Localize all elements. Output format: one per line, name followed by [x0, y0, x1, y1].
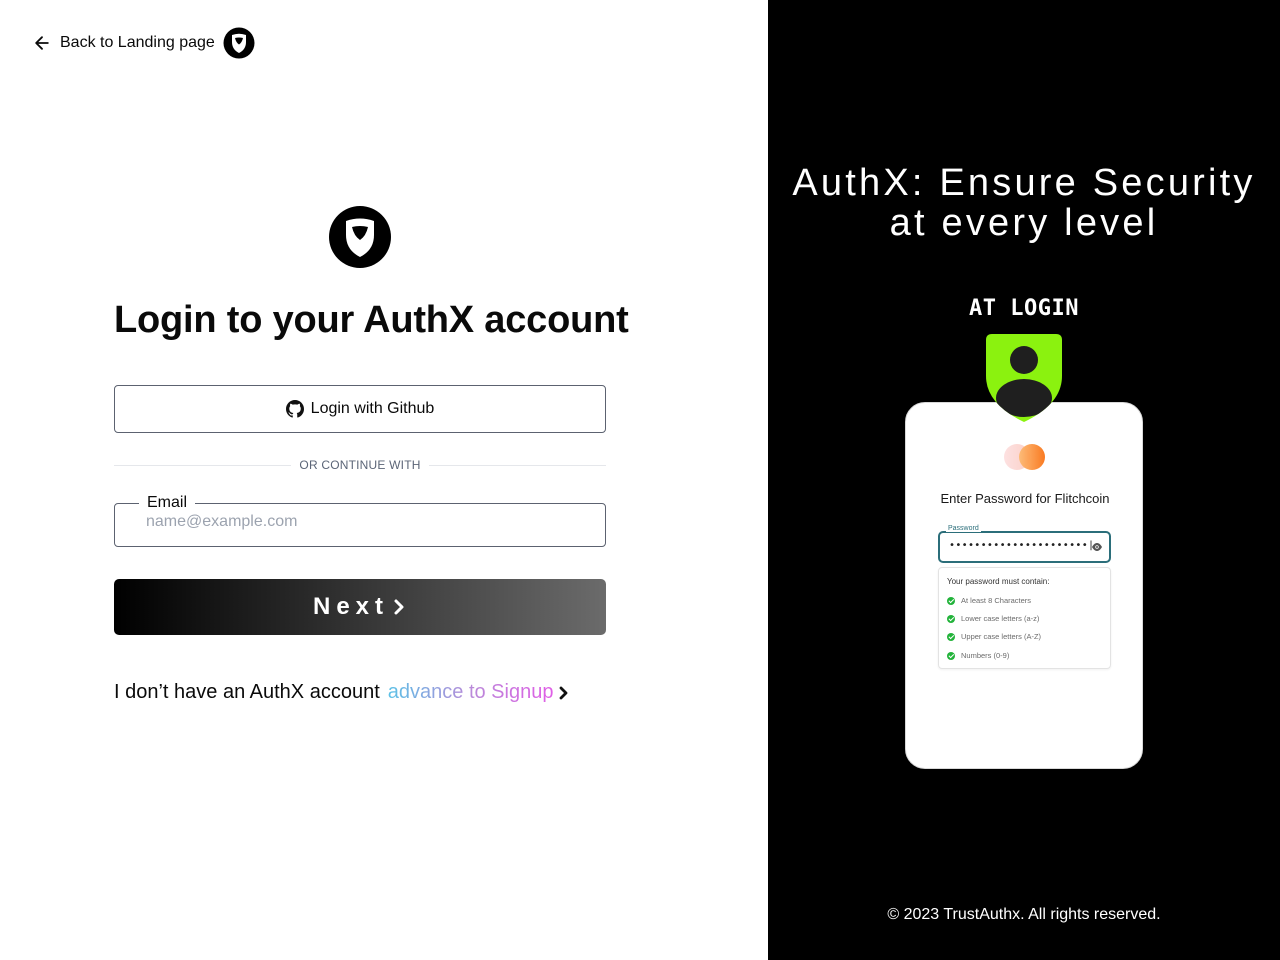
promo-headline: AuthX: Ensure Security at every level	[792, 162, 1256, 244]
chevron-right-icon[interactable]	[556, 684, 572, 702]
shield-logo-icon	[223, 27, 255, 59]
login-form: Login to your AuthX account Login with G…	[114, 205, 629, 704]
check-circle-icon	[947, 651, 955, 660]
next-button-label: Next	[312, 593, 390, 620]
phone-mockup: Enter Password for Flitchcoin Password •…	[905, 402, 1143, 769]
chevron-right-icon	[394, 599, 404, 615]
divider-line	[428, 464, 607, 466]
user-shield-icon	[986, 334, 1062, 422]
email-input[interactable]	[146, 511, 586, 533]
rule-item: Lower case letters (a-z)	[947, 614, 1039, 623]
promo-panel: AuthX: Ensure Security at every level AT…	[768, 0, 1280, 960]
rule-item: Upper case letters (A-Z)	[947, 632, 1041, 641]
check-circle-icon	[947, 596, 955, 605]
divider-text: OR CONTINUE WITH	[299, 458, 421, 472]
rules-title: Your password must contain:	[947, 577, 1050, 586]
no-account-text: I don’t have an AuthX account	[114, 681, 380, 703]
shield-logo-icon	[329, 206, 391, 268]
next-button[interactable]: Next	[114, 579, 606, 635]
email-field-label: Email	[147, 494, 188, 511]
password-field-mock: Password ••••••••••••••••••••••|	[938, 525, 1111, 563]
rule-text: Upper case letters (A-Z)	[961, 632, 1042, 641]
rule-item: At least 8 Characters	[947, 596, 1031, 605]
back-to-landing-link[interactable]: Back to Landing page	[32, 27, 255, 59]
login-panel: Back to Landing page Login to your AuthX…	[0, 0, 768, 960]
signup-prompt: I don’t have an AuthX account advance to…	[114, 681, 606, 704]
email-field: Email	[114, 494, 606, 547]
password-field-label: Password	[946, 525, 981, 532]
signup-link[interactable]: advance to Signup	[388, 681, 554, 704]
rule-item: Numbers (0-9)	[947, 651, 1009, 660]
password-prompt: Enter Password for Flitchcoin	[940, 491, 1110, 506]
stage-label: AT LOGIN	[969, 296, 1079, 321]
rule-text: At least 8 Characters	[961, 596, 1032, 605]
copyright-text: © 2023 TrustAuthx. All rights reserved.	[887, 906, 1161, 923]
login-with-github-button[interactable]: Login with Github	[114, 385, 606, 433]
divider-line	[114, 464, 292, 466]
arrow-left-icon	[35, 36, 49, 50]
toggle-dots-icon	[1004, 444, 1045, 470]
password-rules: Your password must contain: At least 8 C…	[938, 567, 1111, 669]
github-button-label: Login with Github	[310, 400, 435, 417]
rule-text: Numbers (0-9)	[961, 651, 1010, 660]
check-circle-icon	[947, 614, 955, 623]
rule-text: Lower case letters (a-z)	[961, 614, 1040, 623]
or-divider: OR CONTINUE WITH	[114, 457, 607, 473]
check-circle-icon	[947, 632, 955, 641]
page-title: Login to your AuthX account	[114, 299, 629, 341]
password-dots: ••••••••••••••••••••••|	[949, 540, 1095, 551]
github-icon	[285, 400, 304, 418]
eye-icon	[1092, 543, 1102, 551]
back-link-label: Back to Landing page	[60, 34, 215, 51]
